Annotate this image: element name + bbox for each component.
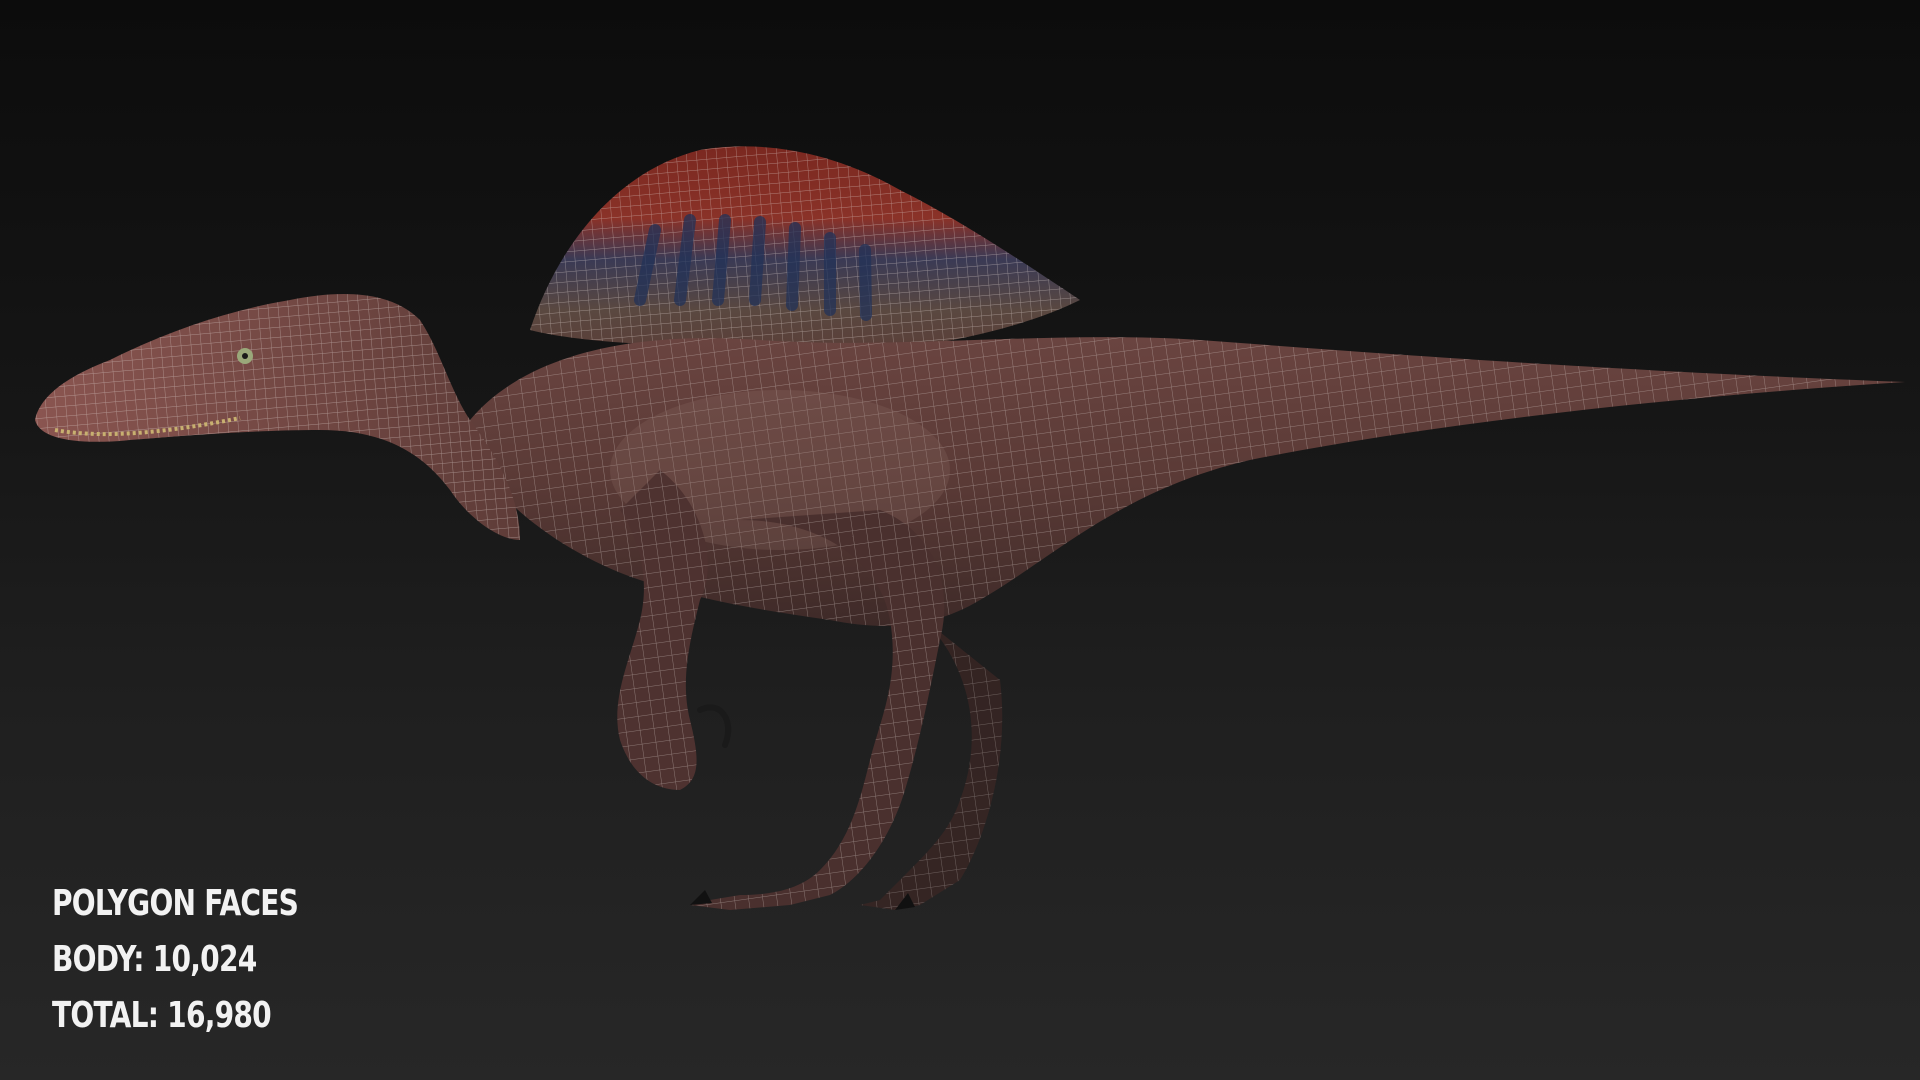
polygon-faces-heading: POLYGON FACES [52,883,299,924]
body-label: BODY: [52,939,145,980]
total-value: 16,980 [167,995,271,1036]
body-faces-line: BODY: 10,024 [52,932,298,988]
render-viewport: POLYGON FACES BODY: 10,024 TOTAL: 16,980 [0,0,1920,1080]
dorsal-sail [530,146,1080,352]
head-and-neck [35,294,520,540]
total-faces-line: TOTAL: 16,980 [52,988,298,1044]
polygon-stats-panel: POLYGON FACES BODY: 10,024 TOTAL: 16,980 [52,876,299,1044]
total-label: TOTAL: [52,995,159,1036]
body-value: 10,024 [152,939,257,980]
